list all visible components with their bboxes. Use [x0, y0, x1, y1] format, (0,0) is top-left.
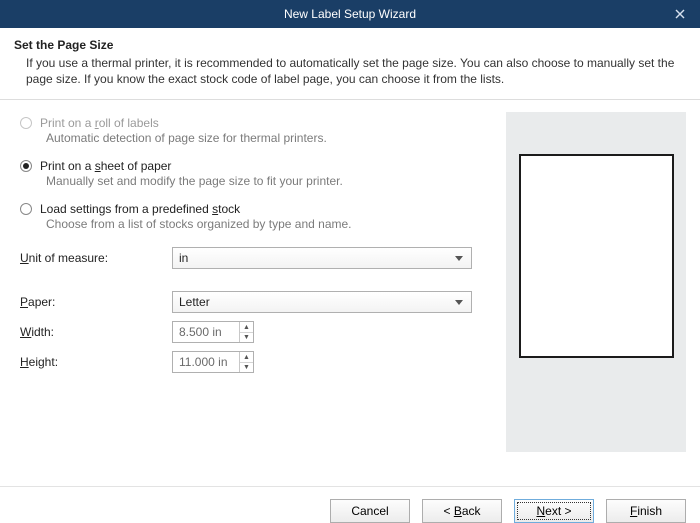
unit-label: Unit of measure:: [20, 251, 172, 265]
window-title: New Label Setup Wizard: [284, 7, 416, 21]
page-title: Set the Page Size: [14, 38, 680, 52]
radio-roll-label: Print on a roll of labels: [40, 116, 159, 130]
radio-sheet-desc: Manually set and modify the page size to…: [46, 174, 492, 188]
stepper-arrows: ▲ ▼: [239, 352, 253, 372]
width-stepper[interactable]: 8.500 in ▲ ▼: [172, 321, 254, 343]
content-area: Print on a roll of labels Automatic dete…: [0, 100, 700, 486]
radio-icon: [20, 160, 32, 172]
chevron-up-icon[interactable]: ▲: [240, 322, 253, 333]
next-button[interactable]: Next >: [514, 499, 594, 523]
back-button[interactable]: < Back: [422, 499, 502, 523]
paper-combo-value: Letter: [179, 295, 210, 309]
radio-roll: Print on a roll of labels Automatic dete…: [14, 112, 492, 155]
radio-sheet[interactable]: Print on a sheet of paper Manually set a…: [14, 155, 492, 198]
chevron-down-icon: [451, 300, 467, 305]
width-value: 8.500 in: [179, 325, 222, 339]
chevron-down-icon[interactable]: ▼: [240, 333, 253, 343]
chevron-up-icon[interactable]: ▲: [240, 352, 253, 363]
footer-buttons: Cancel < Back Next > Finish: [0, 486, 700, 523]
cancel-button[interactable]: Cancel: [330, 499, 410, 523]
finish-button[interactable]: Finish: [606, 499, 686, 523]
left-pane: Print on a roll of labels Automatic dete…: [14, 112, 506, 476]
page-preview: [519, 154, 674, 358]
radio-icon: [20, 117, 32, 129]
height-label: Height:: [20, 355, 172, 369]
unit-combo-value: in: [179, 251, 188, 265]
paper-combo[interactable]: Letter: [172, 291, 472, 313]
radio-roll-desc: Automatic detection of page size for the…: [46, 131, 492, 145]
radio-stock[interactable]: Load settings from a predefined stock Ch…: [14, 198, 492, 241]
radio-sheet-label: Print on a sheet of paper: [40, 159, 171, 173]
form-area: Unit of measure: in Paper: Letter: [14, 241, 492, 373]
height-stepper[interactable]: 11.000 in ▲ ▼: [172, 351, 254, 373]
title-bar: New Label Setup Wizard: [0, 0, 700, 28]
stepper-arrows: ▲ ▼: [239, 322, 253, 342]
radio-stock-desc: Choose from a list of stocks organized b…: [46, 217, 492, 231]
close-icon[interactable]: [660, 0, 700, 28]
height-value: 11.000 in: [179, 355, 228, 369]
paper-label: Paper:: [20, 295, 172, 309]
radio-icon: [20, 203, 32, 215]
unit-combo[interactable]: in: [172, 247, 472, 269]
wizard-header: Set the Page Size If you use a thermal p…: [0, 28, 700, 100]
width-label: Width:: [20, 325, 172, 339]
radio-stock-label: Load settings from a predefined stock: [40, 202, 240, 216]
chevron-down-icon: [451, 256, 467, 261]
page-description: If you use a thermal printer, it is reco…: [26, 55, 680, 87]
chevron-down-icon[interactable]: ▼: [240, 363, 253, 373]
preview-pane: [506, 112, 686, 452]
